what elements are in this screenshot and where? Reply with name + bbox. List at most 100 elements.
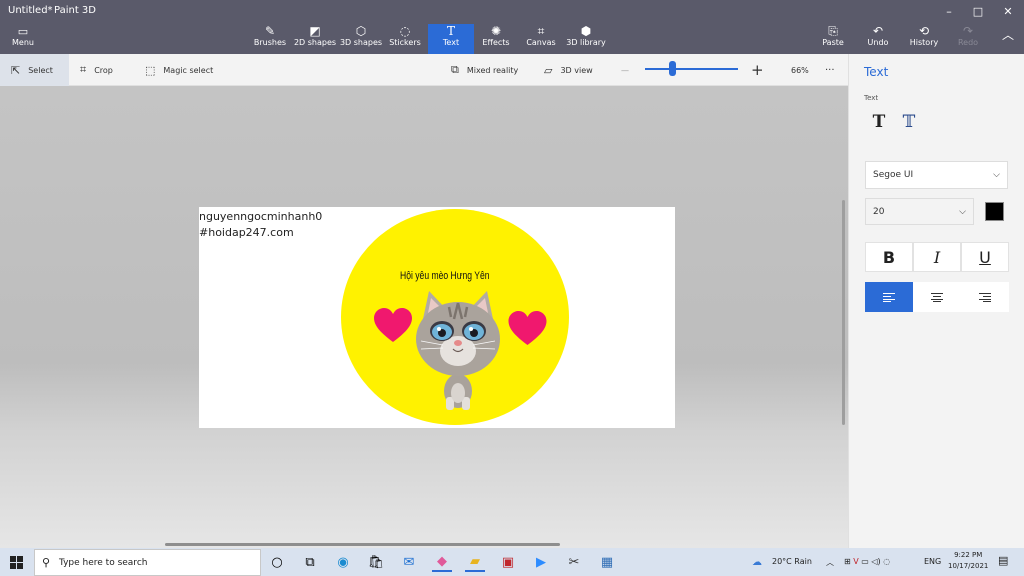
chevron-down-icon: ⌵ [993,170,1000,180]
crop-label: Crop [94,65,113,75]
paint-3d-taskbar-icon[interactable]: ◆ [432,552,452,572]
menu-button[interactable]: ▭ Menu [8,25,38,51]
canvas-caption[interactable]: Hội yêu mèo Hưng Yên [400,270,490,282]
redo-icon: ↷ [962,24,974,38]
mixed-reality-icon: ⧉ [451,63,459,76]
undo-button[interactable]: ↶ Undo [864,24,892,54]
zoom-slider-thumb[interactable] [669,61,677,76]
2d-text-button[interactable]: T [867,110,891,134]
show-hidden-icons[interactable]: ︿ [826,557,834,568]
vertical-scrollbar[interactable] [842,200,845,425]
capcut-icon[interactable]: ✂ [564,552,584,572]
3d-view-icon: ▱ [544,63,553,77]
bold-button[interactable]: B [865,242,913,272]
clock[interactable]: 9:22 PM 10/17/2021 [948,551,988,570]
magic-select-icon: ⬚ [145,63,156,77]
stickers-tool[interactable]: ◌ Stickers [389,24,421,54]
font-size-value: 20 [873,206,885,217]
more-options-button[interactable]: ··· [825,54,835,86]
2d-shapes-tool[interactable]: ◩ 2D shapes [294,24,336,54]
heart-right [508,311,547,345]
drawing-canvas[interactable]: nguyenngocminhanh0 #hoidap247.com Hội yê… [199,207,675,428]
zoom-in-button[interactable]: + [751,54,764,86]
minimize-button[interactable]: – [934,2,964,20]
brushes-tool[interactable]: ✎ Brushes [254,24,286,54]
text-color-swatch[interactable] [985,202,1004,221]
effects-tool[interactable]: ✺ Effects [481,24,511,54]
align-left-icon [883,292,895,302]
weather-text[interactable]: 20°C Rain [772,557,812,566]
weather-icon: ☁ [752,557,762,568]
cat-sticker [416,291,500,410]
mail-icon[interactable]: ✉ [399,552,419,572]
notification-icon[interactable]: ▤ [998,554,1008,567]
mixed-reality-label: Mixed reality [466,65,519,75]
canvas-icon: ⌗ [537,24,545,38]
cursor-icon: ⇱ [11,63,21,77]
zoom-out-button[interactable]: — [621,54,629,86]
gift-app-icon[interactable]: ▣ [498,552,518,572]
mixed-reality-button[interactable]: ⧉ Mixed reality [451,54,518,86]
canvas-text-site[interactable]: #hoidap247.com [199,226,294,239]
3d-shapes-tool[interactable]: ⬡ 3D shapes [340,24,382,54]
zoom-level: 66% [791,65,809,75]
3d-library-label: 3D library [566,38,606,47]
cortana-icon[interactable]: ○ [267,552,287,572]
text-label: Text [442,38,460,47]
windows-start-button[interactable] [6,552,26,572]
taskbar-search-box[interactable]: ⚲ Type here to search [34,549,261,576]
menu-icon: ▭ [17,25,29,38]
align-right-button[interactable] [961,282,1009,312]
task-view-icon[interactable]: ⧉ [300,552,320,572]
chevron-down-icon: ⌵ [959,207,966,217]
system-tray-icons[interactable]: ⊞ V ▭ ◁) ◌ [844,557,890,566]
stickers-label: Stickers [389,38,421,47]
text-tool[interactable]: T Text [428,24,474,54]
3d-library-tool[interactable]: ⬢ 3D library [566,24,606,54]
font-size-dropdown[interactable]: 20 ⌵ [865,198,974,225]
zoom-app-icon[interactable]: ▶ [531,552,551,572]
brush-icon: ✎ [264,24,276,38]
3d-view-button[interactable]: ▱ 3D view [544,54,593,86]
canvas-label: Canvas [526,38,556,47]
effects-icon: ✺ [490,24,502,38]
horizontal-scrollbar[interactable] [165,543,560,546]
redo-button[interactable]: ↷ Redo [955,24,981,54]
select-button[interactable]: ⇱ Select [0,54,69,86]
file-explorer-icon[interactable]: ▰ [465,552,485,572]
align-right-icon [979,292,991,302]
align-left-button[interactable] [865,282,913,312]
canvas-tool[interactable]: ⌗ Canvas [526,24,556,54]
history-button[interactable]: ⟲ History [908,24,940,54]
shapes-2d-icon: ◩ [309,24,321,38]
effects-label: Effects [482,38,510,47]
font-family-dropdown[interactable]: Segoe UI ⌵ [865,161,1008,189]
underline-button[interactable]: U [961,242,1009,272]
magic-select-button[interactable]: ⬚ Magic select [145,54,213,86]
calculator-icon[interactable]: ▦ [597,552,617,572]
canvas-text-username[interactable]: nguyenngocminhanh0 [199,210,322,223]
align-center-button[interactable] [913,282,961,312]
crop-icon: ⌗ [80,63,87,76]
brushes-label: Brushes [253,38,287,47]
store-icon[interactable]: 🛍 [366,552,386,572]
shapes-3d-icon: ⬡ [355,24,367,38]
input-language[interactable]: ENG [924,557,941,566]
crop-button[interactable]: ⌗ Crop [80,54,113,86]
paste-icon: ⎘ [828,24,838,38]
sticker-icon: ◌ [399,24,411,38]
redo-label: Redo [957,38,979,47]
close-button[interactable]: ✕ [993,2,1023,20]
zoom-slider-track[interactable] [645,68,738,70]
undo-icon: ↶ [872,24,884,38]
maximize-button[interactable]: □ [963,2,993,20]
edge-icon[interactable]: ◉ [333,552,353,572]
library-3d-icon: ⬢ [580,24,592,38]
undo-label: Undo [867,38,889,47]
windows-logo-icon [9,555,23,569]
italic-button[interactable]: I [913,242,961,272]
paste-button[interactable]: ⎘ Paste [820,24,846,54]
app-name: Paint 3D [54,5,96,16]
3d-text-button[interactable]: 𝕋 [897,110,921,134]
magic-select-label: Magic select [163,65,214,75]
